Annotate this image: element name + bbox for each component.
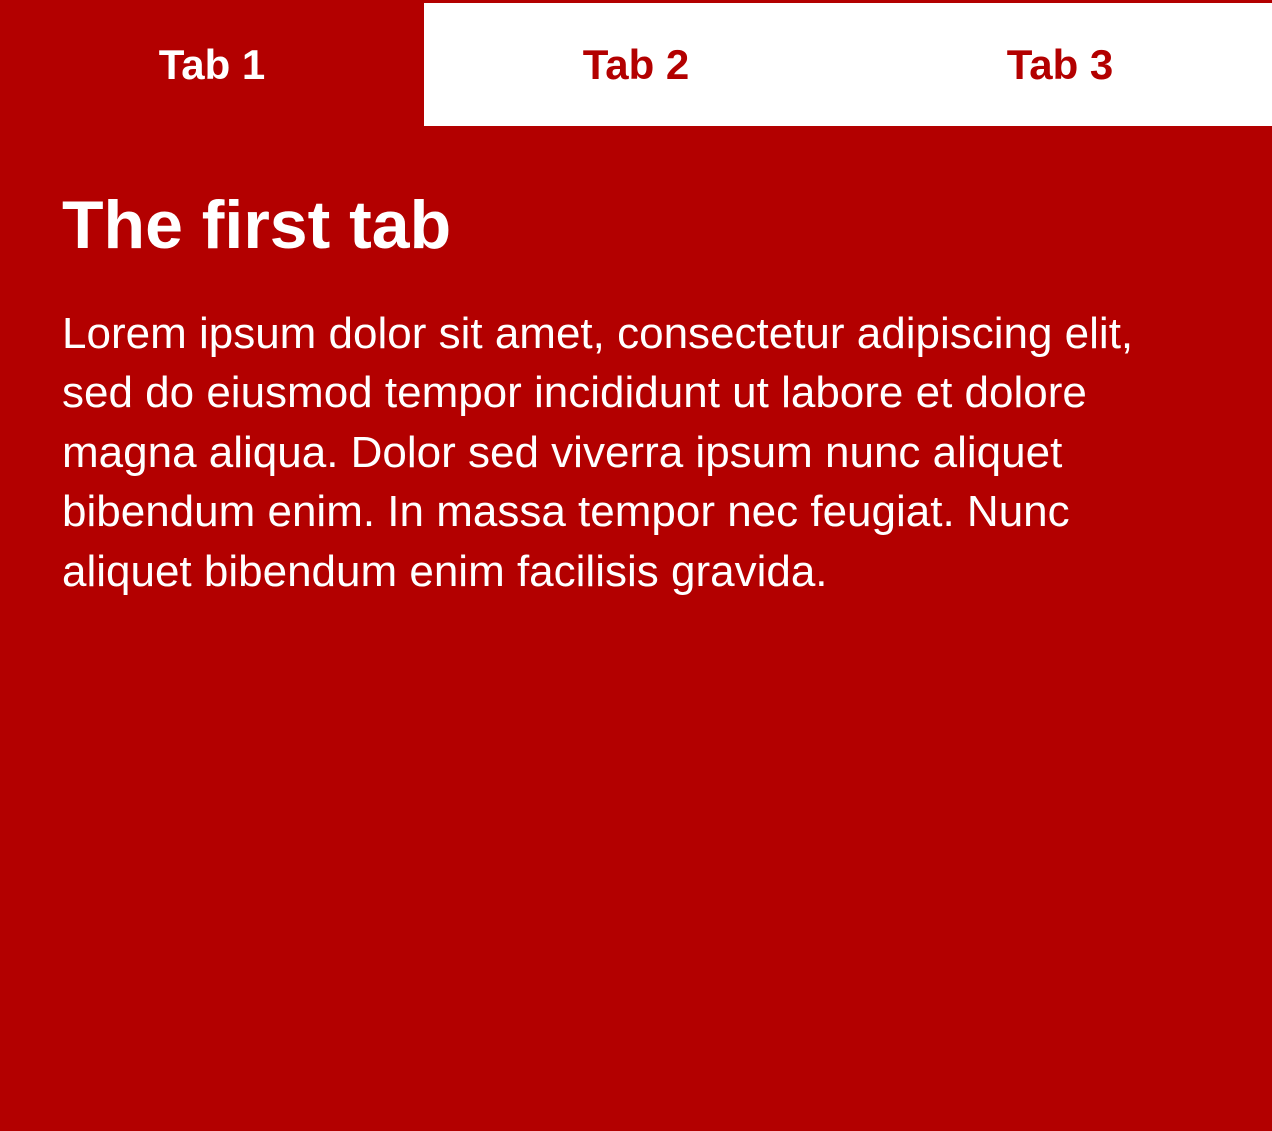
tab-panel: The first tab Lorem ipsum dolor sit amet… xyxy=(0,126,1272,1131)
panel-body: Lorem ipsum dolor sit amet, consectetur … xyxy=(62,304,1192,601)
tab-1[interactable]: Tab 1 xyxy=(0,3,424,126)
tab-2[interactable]: Tab 2 xyxy=(424,3,848,126)
tab-3[interactable]: Tab 3 xyxy=(848,3,1272,126)
tab-container: Tab 1 Tab 2 Tab 3 The first tab Lorem ip… xyxy=(0,0,1272,1131)
panel-title: The first tab xyxy=(62,186,1210,264)
tab-strip: Tab 1 Tab 2 Tab 3 xyxy=(0,0,1272,126)
